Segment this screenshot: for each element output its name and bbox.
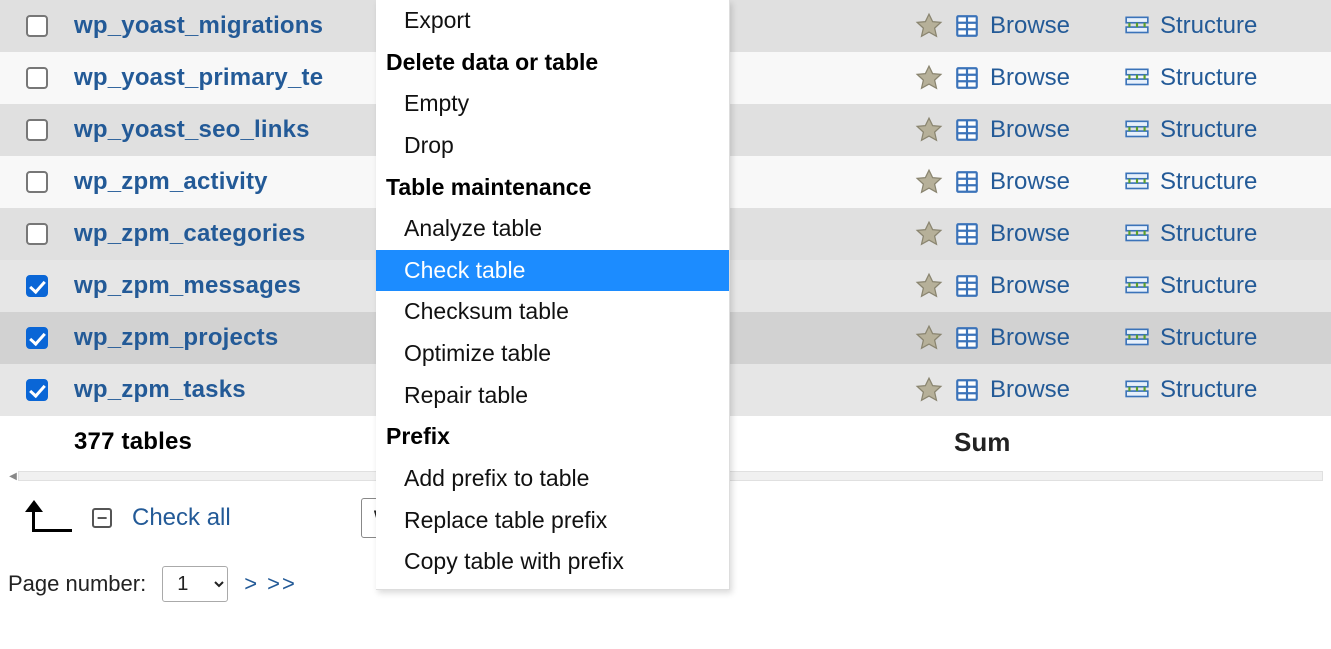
- menu-header: Table maintenance: [376, 167, 729, 209]
- row-checkbox[interactable]: [26, 327, 48, 349]
- structure-link[interactable]: Structure: [1124, 116, 1324, 144]
- page-number-select[interactable]: 1: [162, 566, 228, 602]
- row-checkbox[interactable]: [26, 275, 48, 297]
- row-checkbox[interactable]: [26, 67, 48, 89]
- menu-item[interactable]: Checksum table: [376, 291, 729, 333]
- browse-icon: [954, 325, 980, 351]
- structure-label: Structure: [1160, 168, 1257, 196]
- menu-item[interactable]: Drop: [376, 125, 729, 167]
- browse-link[interactable]: Browse: [954, 272, 1124, 300]
- browse-link[interactable]: Browse: [954, 168, 1124, 196]
- structure-link[interactable]: Structure: [1124, 272, 1324, 300]
- structure-icon: [1124, 169, 1150, 195]
- favorite-star-icon[interactable]: [904, 63, 954, 93]
- tables-listing: wp_yoast_migrationsBrowseStructurewp_yoa…: [0, 0, 1331, 624]
- structure-icon: [1124, 13, 1150, 39]
- menu-item[interactable]: Analyze table: [376, 208, 729, 250]
- browse-icon: [954, 65, 980, 91]
- page-number-label: Page number:: [8, 571, 146, 597]
- structure-label: Structure: [1160, 272, 1257, 300]
- browse-label: Browse: [990, 12, 1070, 40]
- structure-label: Structure: [1160, 12, 1257, 40]
- row-checkbox[interactable]: [26, 119, 48, 141]
- menu-item[interactable]: Repair table: [376, 375, 729, 417]
- browse-label: Browse: [990, 324, 1070, 352]
- structure-link[interactable]: Structure: [1124, 64, 1324, 92]
- structure-label: Structure: [1160, 324, 1257, 352]
- menu-item[interactable]: Export: [376, 0, 729, 42]
- favorite-star-icon[interactable]: [904, 167, 954, 197]
- structure-icon: [1124, 117, 1150, 143]
- with-selected-menu: ExportDelete data or tableEmptyDropTable…: [376, 0, 730, 590]
- browse-icon: [954, 377, 980, 403]
- browse-link[interactable]: Browse: [954, 64, 1124, 92]
- browse-link[interactable]: Browse: [954, 376, 1124, 404]
- browse-icon: [954, 273, 980, 299]
- menu-item[interactable]: Check table: [376, 250, 729, 292]
- row-checkbox[interactable]: [26, 171, 48, 193]
- menu-header: Delete data or table: [376, 42, 729, 84]
- structure-icon: [1124, 221, 1150, 247]
- page-next-link[interactable]: > >>: [244, 571, 297, 597]
- row-checkbox[interactable]: [26, 223, 48, 245]
- structure-icon: [1124, 273, 1150, 299]
- browse-label: Browse: [990, 168, 1070, 196]
- menu-item[interactable]: Empty: [376, 83, 729, 125]
- structure-link[interactable]: Structure: [1124, 324, 1324, 352]
- scroll-left-icon[interactable]: ◀: [8, 471, 18, 481]
- browse-label: Browse: [990, 272, 1070, 300]
- structure-label: Structure: [1160, 220, 1257, 248]
- favorite-star-icon[interactable]: [904, 323, 954, 353]
- structure-link[interactable]: Structure: [1124, 12, 1324, 40]
- browse-link[interactable]: Browse: [954, 116, 1124, 144]
- structure-link[interactable]: Structure: [1124, 168, 1324, 196]
- favorite-star-icon[interactable]: [904, 375, 954, 405]
- browse-label: Browse: [990, 220, 1070, 248]
- collapse-all-icon[interactable]: −: [92, 508, 112, 528]
- browse-icon: [954, 117, 980, 143]
- structure-label: Structure: [1160, 64, 1257, 92]
- structure-label: Structure: [1160, 376, 1257, 404]
- structure-label: Structure: [1160, 116, 1257, 144]
- browse-link[interactable]: Browse: [954, 220, 1124, 248]
- structure-link[interactable]: Structure: [1124, 220, 1324, 248]
- browse-label: Browse: [990, 376, 1070, 404]
- menu-item[interactable]: Replace table prefix: [376, 500, 729, 542]
- menu-item[interactable]: Add prefix to table: [376, 458, 729, 500]
- browse-link[interactable]: Browse: [954, 324, 1124, 352]
- menu-item[interactable]: Optimize table: [376, 333, 729, 375]
- favorite-star-icon[interactable]: [904, 219, 954, 249]
- browse-icon: [954, 13, 980, 39]
- browse-icon: [954, 169, 980, 195]
- arrow-up-icon: [24, 504, 72, 532]
- browse-icon: [954, 221, 980, 247]
- structure-icon: [1124, 325, 1150, 351]
- row-checkbox[interactable]: [26, 15, 48, 37]
- row-checkbox[interactable]: [26, 379, 48, 401]
- favorite-star-icon[interactable]: [904, 11, 954, 41]
- menu-header: Prefix: [376, 416, 729, 458]
- favorite-star-icon[interactable]: [904, 115, 954, 145]
- browse-label: Browse: [990, 116, 1070, 144]
- browse-label: Browse: [990, 64, 1070, 92]
- menu-item[interactable]: Copy table with prefix: [376, 541, 729, 583]
- browse-link[interactable]: Browse: [954, 12, 1124, 40]
- structure-icon: [1124, 65, 1150, 91]
- summary-sum: Sum: [954, 427, 1010, 458]
- check-all-link[interactable]: Check all: [132, 504, 231, 532]
- favorite-star-icon[interactable]: [904, 271, 954, 301]
- structure-icon: [1124, 377, 1150, 403]
- structure-link[interactable]: Structure: [1124, 376, 1324, 404]
